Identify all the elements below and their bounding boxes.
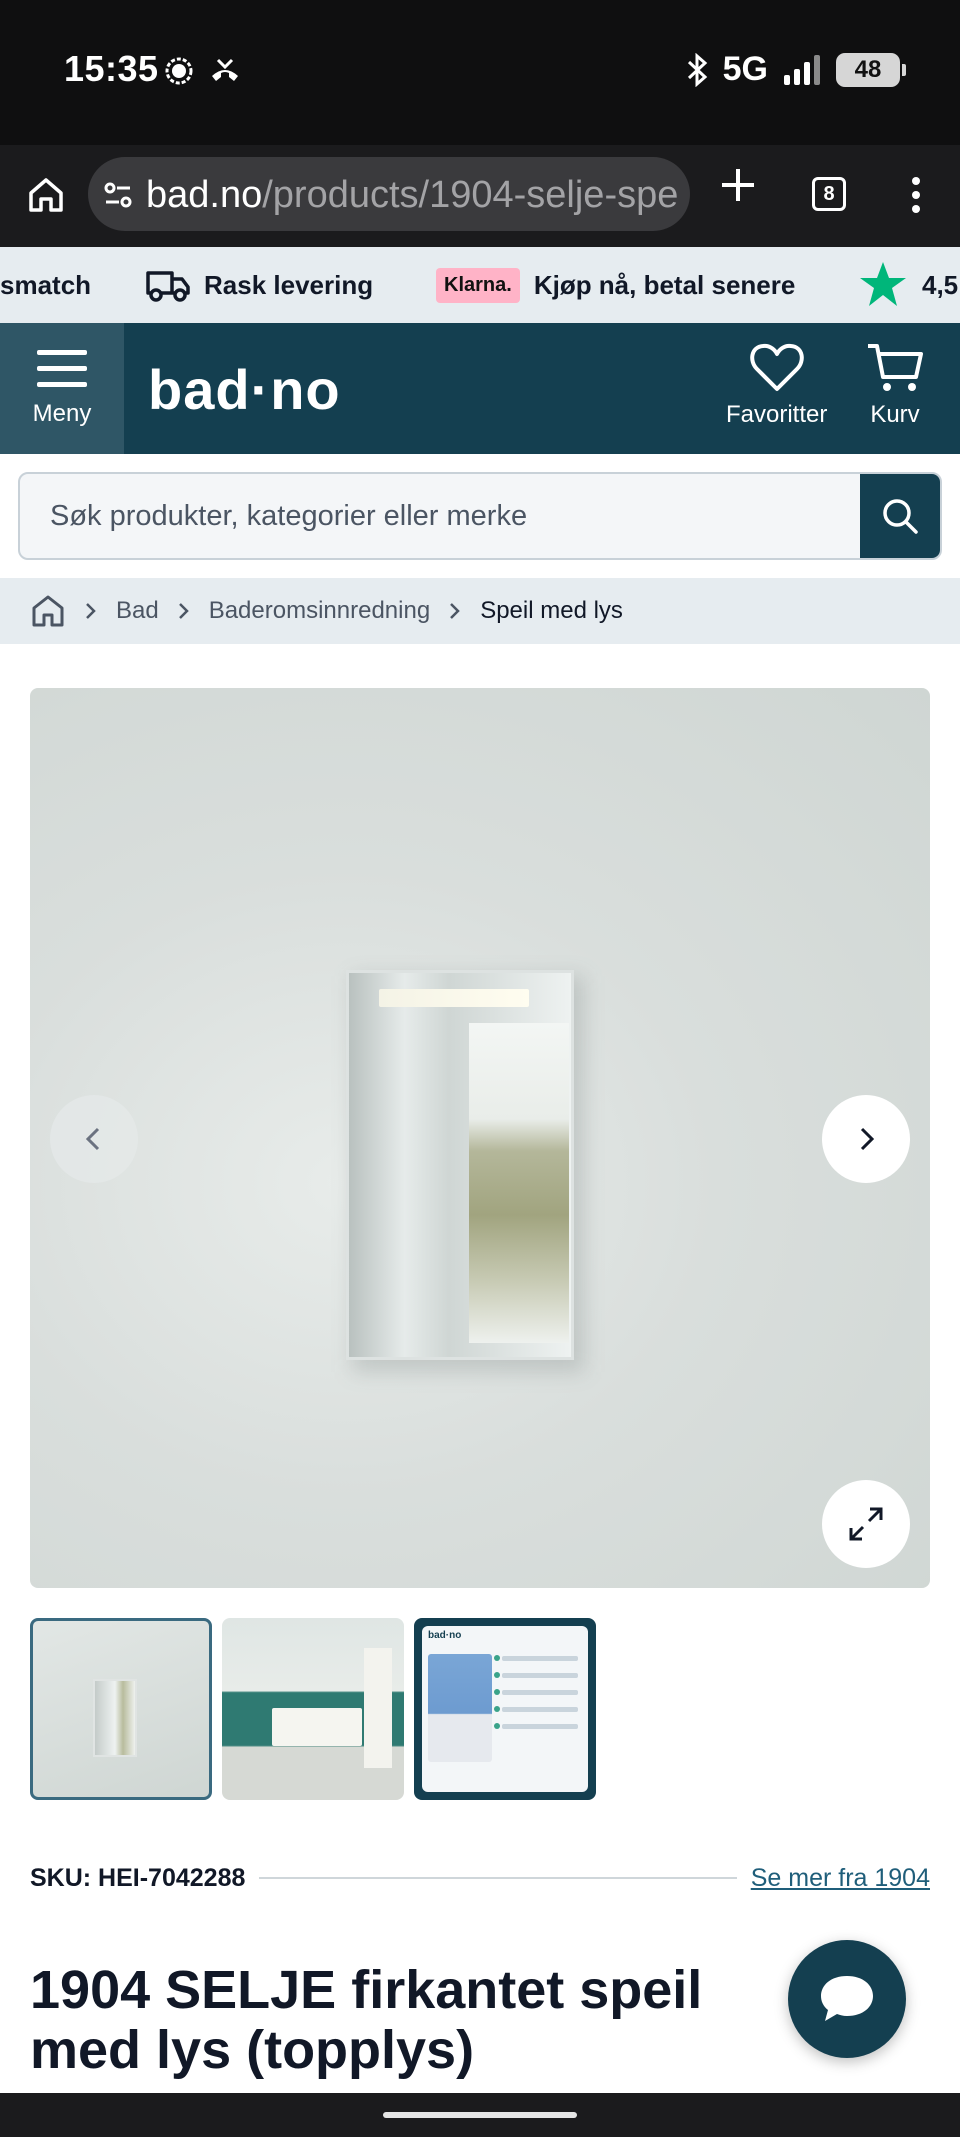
sku-text: SKU: HEI-7042288	[30, 1863, 246, 1892]
thumbnail-3-list	[494, 1655, 578, 1741]
network-type: 5G	[722, 50, 768, 88]
usp-bar: smatch Rask levering Klarna. Kjøp nå, be…	[0, 247, 960, 323]
expand-icon	[849, 1507, 883, 1541]
chat-button[interactable]	[788, 1940, 906, 2058]
cell-signal-icon	[784, 54, 820, 85]
chat-bubble-icon	[821, 1976, 873, 2021]
chevron-right-icon	[448, 601, 462, 621]
signal-messenger-icon	[165, 57, 193, 85]
breadcrumb-link-bad[interactable]: Bad	[116, 597, 159, 625]
usp-fast-delivery: Rask levering	[146, 247, 373, 323]
thumbnail-3-logo: bad·no	[428, 1630, 462, 1641]
thumbnail-strip: bad·no	[30, 1618, 596, 1800]
thumbnail-3-portrait	[428, 1654, 492, 1762]
klarna-logo: Klarna.	[436, 267, 520, 303]
hamburger-icon	[37, 349, 87, 388]
usp-rating: 4,5	[858, 247, 958, 323]
browser-toolbar: bad.no/products/1904-selje-spe 8	[0, 145, 960, 247]
product-image-mirror	[346, 970, 574, 1360]
menu-button[interactable]: Meny	[0, 323, 124, 454]
mirror-reflection	[469, 1023, 569, 1343]
status-bar: 15:35 5G 48	[0, 0, 960, 145]
favorites-button[interactable]: Favoritter	[726, 341, 827, 429]
missed-call-icon	[212, 58, 238, 81]
search-bar	[18, 472, 942, 560]
brand-link[interactable]: Se mer fra 1904	[751, 1864, 930, 1893]
search-icon	[883, 499, 918, 534]
gallery-next-button[interactable]	[822, 1095, 910, 1183]
usp-rating-label: 4,5	[922, 269, 959, 300]
bluetooth-icon	[687, 52, 707, 87]
thumbnail-2[interactable]	[222, 1618, 404, 1800]
thumbnail-tall-cabinet	[364, 1648, 392, 1768]
chevron-left-icon	[85, 1127, 100, 1151]
fullscreen-button[interactable]	[822, 1480, 910, 1568]
star-icon	[860, 262, 906, 306]
breadcrumb: Bad Baderomsinnredning Speil med lys	[0, 578, 960, 644]
battery-icon: 48	[836, 52, 906, 87]
truck-icon	[146, 271, 190, 302]
site-settings-icon[interactable]	[102, 179, 134, 211]
favorites-label: Favoritter	[726, 401, 828, 428]
heart-icon	[749, 343, 804, 391]
browser-menu-icon[interactable]	[900, 173, 932, 217]
mirror-light-strip	[379, 989, 529, 1007]
usp-klarna: Klarna. Kjøp nå, betal senere	[436, 247, 795, 323]
browser-home-icon[interactable]	[26, 175, 66, 215]
usp-price-match-label: smatch	[0, 269, 92, 300]
tab-switcher-button[interactable]: 8	[812, 177, 846, 211]
url-domain: bad.no	[146, 174, 263, 216]
site-header: Meny bad·no Favoritter Kurv	[0, 323, 960, 454]
usp-klarna-label: Kjøp nå, betal senere	[533, 269, 796, 300]
url-text: bad.no/products/1904-selje-spe	[146, 174, 678, 217]
gesture-handle[interactable]	[383, 2112, 577, 2118]
usp-fast-delivery-label: Rask levering	[204, 269, 374, 300]
thumbnail-mirror	[93, 1679, 137, 1757]
gallery-prev-button[interactable]	[50, 1095, 138, 1183]
new-tab-icon[interactable]	[718, 165, 758, 205]
system-navigation-bar	[0, 2093, 960, 2137]
chevron-right-icon	[860, 1127, 875, 1151]
thumbnail-1[interactable]	[30, 1618, 212, 1800]
breadcrumb-link-baderomsinnredning[interactable]: Baderomsinnredning	[209, 597, 430, 625]
home-icon[interactable]	[30, 593, 66, 629]
thumbnail-3-card: bad·no	[422, 1626, 588, 1792]
breadcrumb-current: Speil med lys	[480, 597, 623, 624]
cart-label: Kurv	[870, 401, 920, 428]
cart-button[interactable]: Kurv	[866, 341, 924, 429]
sku-row: SKU: HEI-7042288 Se mer fra 1904	[30, 1860, 930, 1896]
usp-price-match: smatch	[0, 247, 91, 323]
divider	[259, 1877, 737, 1879]
search-button[interactable]	[860, 474, 940, 558]
chevron-right-icon	[177, 601, 191, 621]
status-time: 15:35	[64, 48, 159, 89]
product-image-gallery[interactable]	[30, 688, 930, 1588]
product-title: 1904 SELJE firkantet speil med lys (topp…	[30, 1960, 703, 2080]
url-path: /products/1904-selje-spe	[262, 174, 679, 216]
thumbnail-cabinet	[272, 1708, 362, 1746]
site-logo[interactable]: bad·no	[148, 357, 341, 422]
cart-icon	[868, 344, 923, 391]
thumbnail-3[interactable]: bad·no	[414, 1618, 596, 1800]
status-right: 5G 48	[685, 50, 906, 89]
menu-label: Meny	[32, 399, 92, 427]
chevron-right-icon	[84, 601, 98, 621]
search-input[interactable]	[20, 474, 862, 558]
address-bar[interactable]: bad.no/products/1904-selje-spe	[88, 157, 690, 231]
